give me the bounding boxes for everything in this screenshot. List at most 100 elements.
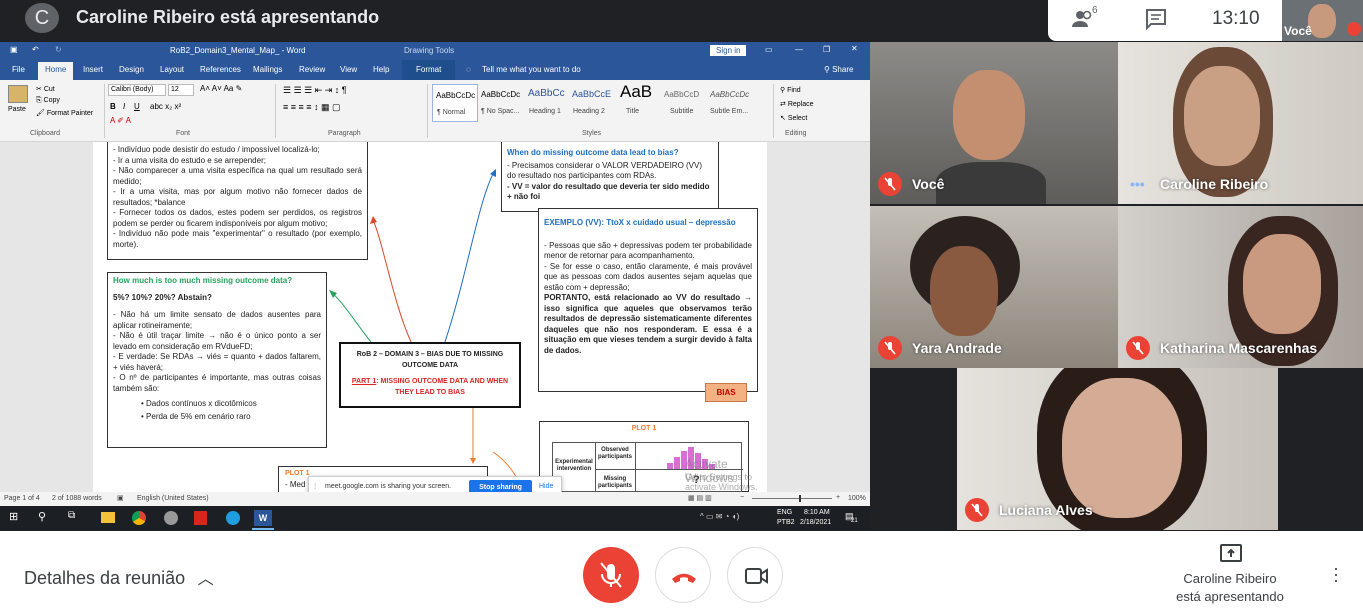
chrome-icon[interactable] xyxy=(132,511,146,525)
style-no-spacing[interactable]: AaBbCcDc ¶ No Spac... xyxy=(480,84,526,122)
document-page[interactable]: - Indivíduo pode desistir do estudo / im… xyxy=(93,142,767,496)
view-mode-icons[interactable]: ▦ ▤ ▥ xyxy=(688,494,712,502)
search-icon[interactable]: ⚲ xyxy=(38,510,46,523)
undo-icon[interactable]: ↶ xyxy=(32,45,39,54)
ribbon-display-icon[interactable]: ▭ xyxy=(765,45,773,54)
more-options-icon[interactable]: · · · xyxy=(1328,559,1344,589)
presenter-name: Caroline Ribeiro xyxy=(1183,571,1277,586)
copy-button[interactable]: ⎘ Copy xyxy=(36,97,60,105)
font-name-select[interactable]: Calibri (Body) xyxy=(108,84,166,96)
video-tile-caroline[interactable]: ••• Caroline Ribeiro xyxy=(1118,42,1363,204)
style-heading1[interactable]: AaBbCc Heading 1 xyxy=(528,84,574,122)
cut-label: Cut xyxy=(43,86,55,93)
zoom-level[interactable]: 100% xyxy=(848,495,866,502)
italic-icon[interactable]: I xyxy=(123,102,125,111)
zoom-in-icon[interactable]: + xyxy=(836,494,840,501)
strike-icon[interactable]: abc x₂ x² xyxy=(150,102,181,111)
divider xyxy=(635,443,636,493)
paste-icon[interactable] xyxy=(8,85,28,103)
word-count[interactable]: 2 of 1088 words xyxy=(52,495,102,502)
underline-icon[interactable]: U xyxy=(134,102,140,111)
find-label: Find xyxy=(787,87,801,94)
bold-icon[interactable]: B xyxy=(110,102,116,111)
redo-icon[interactable]: ↻ xyxy=(55,45,62,54)
tab-mailings[interactable]: Mailings xyxy=(253,65,282,74)
language-status[interactable]: English (United States) xyxy=(137,495,209,502)
windows-start-icon[interactable]: ⊞ xyxy=(9,510,18,523)
page-count[interactable]: Page 1 of 4 xyxy=(4,495,40,502)
replace-button[interactable]: ⇄ Replace xyxy=(780,100,814,108)
participant-face xyxy=(953,70,1025,160)
save-icon[interactable]: ▣ xyxy=(10,45,18,54)
input-language[interactable]: ENG xyxy=(777,509,792,516)
cut-button[interactable]: ✂ Cut xyxy=(36,85,55,93)
acrobat-icon[interactable] xyxy=(194,511,207,525)
style-heading2[interactable]: AaBbCcE Heading 2 xyxy=(572,84,618,122)
proofing-icon[interactable]: ▣ xyxy=(117,494,124,502)
tab-layout[interactable]: Layout xyxy=(160,65,184,74)
edge-icon[interactable] xyxy=(226,511,240,525)
close-icon[interactable]: ✕ xyxy=(851,44,858,53)
tab-home[interactable]: Home xyxy=(38,62,74,80)
align-icons[interactable]: ≡ ≡ ≡ ≡ ↕ ▦ ▢ xyxy=(283,102,341,113)
zoom-slider[interactable] xyxy=(752,498,832,499)
divider xyxy=(104,84,105,138)
hide-button[interactable]: Hide xyxy=(539,483,553,490)
file-explorer-icon[interactable] xyxy=(101,512,115,523)
font-size-select[interactable]: 12 xyxy=(168,84,194,96)
maximize-icon[interactable]: ❐ xyxy=(823,45,830,54)
divider xyxy=(275,84,276,138)
paste-label[interactable]: Paste xyxy=(8,106,26,113)
word-title-bar: ▣ ↶ ↻ RoB2_Domain3_Mental_Map_ - Word Dr… xyxy=(0,42,870,60)
meeting-details-button[interactable]: Detalhes da reunião ︿ xyxy=(24,565,214,589)
system-tray-icons[interactable]: ^ ▭ ✉ ◔ ◖) xyxy=(700,512,739,521)
video-tile-voce[interactable]: Você xyxy=(870,42,1118,204)
presenter-status[interactable]: Caroline Ribeiro está apresentando xyxy=(1160,570,1300,606)
present-screen-icon[interactable] xyxy=(1220,544,1242,562)
chat-icon[interactable] xyxy=(1145,8,1167,31)
style-title[interactable]: AaB Title xyxy=(620,82,666,122)
word-taskbar-icon[interactable]: W xyxy=(254,510,272,526)
tell-me-box[interactable]: Tell me what you want to do xyxy=(482,65,581,74)
tab-insert[interactable]: Insert xyxy=(83,65,103,74)
input-language-layout[interactable]: PTB2 xyxy=(777,519,795,526)
style-normal[interactable]: AaBbCcDc ¶ Normal xyxy=(432,84,478,122)
camera-toggle-button[interactable] xyxy=(727,547,783,603)
tab-review[interactable]: Review xyxy=(299,65,325,74)
video-tile-luciana[interactable]: Luciana Alves xyxy=(957,368,1278,530)
person-icon: ⚲ xyxy=(824,65,833,74)
tab-references[interactable]: References xyxy=(200,65,241,74)
zoom-out-icon[interactable]: − xyxy=(740,494,744,501)
lightbulb-icon: ◌ xyxy=(466,65,471,74)
format-painter-button[interactable]: 🖌 Format Painter xyxy=(36,109,93,117)
sign-in-button[interactable]: Sign in xyxy=(710,45,747,56)
tab-view[interactable]: View xyxy=(340,65,357,74)
leave-call-button[interactable] xyxy=(655,547,711,603)
app-icon[interactable] xyxy=(164,511,178,525)
taskbar-time[interactable]: 8:10 AM xyxy=(804,509,830,516)
tab-design[interactable]: Design xyxy=(119,65,144,74)
style-name: Heading 1 xyxy=(529,108,561,115)
reasons-line: - Ir a uma visita, mas por algum motivo … xyxy=(113,187,362,207)
video-tile-yara[interactable]: Yara Andrade xyxy=(870,206,1118,368)
tab-file[interactable]: File xyxy=(12,65,25,74)
style-subtle-emphasis[interactable]: AaBbCcDc Subtle Em... xyxy=(710,84,756,122)
style-subtitle[interactable]: AaBbCcD Subtitle xyxy=(664,84,710,122)
people-icon[interactable]: 6 xyxy=(1070,5,1100,31)
drag-handle-icon[interactable]: ⁞ xyxy=(314,482,316,491)
font-grow-icon[interactable]: A˄ A˅ Aa ✎ xyxy=(200,84,242,93)
minimize-icon[interactable]: — xyxy=(795,45,803,54)
font-color-icon[interactable]: A ✐ A xyxy=(110,116,131,125)
task-view-icon[interactable]: ⧉ xyxy=(68,510,75,521)
tab-help[interactable]: Help xyxy=(373,65,389,74)
find-button[interactable]: ⚲ Find xyxy=(780,86,801,94)
microphone-toggle-button[interactable] xyxy=(583,547,639,603)
zoom-slider-thumb[interactable] xyxy=(799,495,801,502)
style-preview: AaB xyxy=(620,82,653,101)
taskbar-date[interactable]: 2/18/2021 xyxy=(800,519,831,526)
list-icons[interactable]: ☰ ☰ ☰ ⇤ ⇥ ↕ ¶ xyxy=(283,85,347,96)
share-button[interactable]: ⚲ Share xyxy=(824,65,853,74)
tab-format[interactable]: Format xyxy=(402,60,456,80)
video-tile-katharina[interactable]: Katharina Mascarenhas xyxy=(1118,206,1363,368)
select-button[interactable]: ↖ Select xyxy=(780,114,807,122)
